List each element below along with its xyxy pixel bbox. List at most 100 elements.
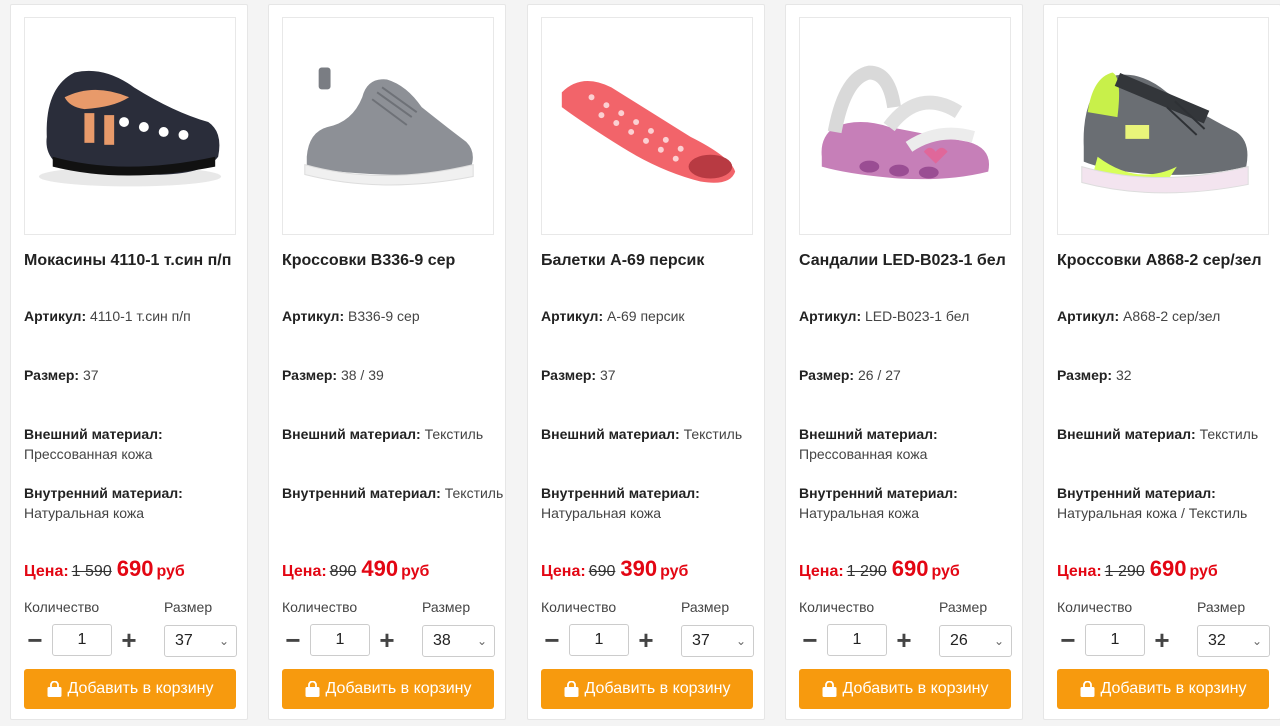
quantity-stepper: − +	[282, 623, 398, 657]
quantity-input[interactable]	[52, 624, 112, 656]
price-label: Цена:	[799, 563, 844, 580]
size-label: Размер:	[24, 367, 80, 383]
inner-material-row: Внутренний материал: Натуральная кожа	[799, 483, 1021, 523]
minus-button[interactable]: −	[282, 627, 304, 653]
add-to-cart-button[interactable]: Добавить в корзину	[541, 669, 753, 709]
product-card: Кроссовки A868-2 сер/зел Артикул: A868-2…	[1043, 4, 1280, 720]
inner-material-row: Внутренний материал: Текстиль	[282, 483, 504, 503]
product-card: Кроссовки B336-9 сер Артикул: B336-9 сер…	[268, 4, 506, 720]
inner-material-label: Внутренний материал:	[541, 485, 700, 501]
size-value: 32	[1115, 367, 1132, 383]
add-to-cart-label: Добавить в корзину	[67, 680, 214, 697]
size-row: Размер: 37	[24, 365, 246, 385]
currency: руб	[931, 563, 960, 580]
outer-material-label: Внешний материал:	[541, 426, 680, 442]
product-title[interactable]: Сандалии LED-B023-1 бел	[799, 249, 1017, 272]
product-image[interactable]	[24, 17, 236, 235]
selected-size: 37	[175, 632, 193, 649]
add-to-cart-button[interactable]: Добавить в корзину	[24, 669, 236, 709]
size-label: Размер:	[282, 367, 338, 383]
price-row: Цена: 690 390 руб	[541, 556, 763, 582]
add-to-cart-label: Добавить в корзину	[1100, 680, 1247, 697]
quantity-input[interactable]	[569, 624, 629, 656]
size-value: 38 / 39	[340, 367, 384, 383]
size-select[interactable]: 32 ⌄	[1197, 625, 1270, 657]
product-image[interactable]	[799, 17, 1011, 235]
outer-material-row: Внешний материал: Прессованная кожа	[799, 424, 1021, 464]
article-label: Артикул:	[541, 308, 604, 324]
add-to-cart-button[interactable]: Добавить в корзину	[282, 669, 494, 709]
size-select-label: Размер	[939, 599, 988, 615]
currency: руб	[660, 563, 689, 580]
plus-button[interactable]: +	[893, 627, 915, 653]
quantity-input[interactable]	[1085, 624, 1145, 656]
quantity-label: Количество	[282, 599, 358, 615]
moccasin-image	[38, 70, 222, 187]
product-image[interactable]	[282, 17, 494, 235]
old-price: 890	[329, 563, 357, 580]
minus-button[interactable]: −	[1057, 627, 1079, 653]
add-to-cart-label: Добавить в корзину	[842, 680, 989, 697]
inner-material-row: Внутренний материал: Натуральная кожа / …	[1057, 483, 1279, 523]
quantity-input[interactable]	[827, 624, 887, 656]
size-select[interactable]: 37 ⌄	[164, 625, 237, 657]
selected-size: 37	[692, 632, 710, 649]
minus-button[interactable]: −	[799, 627, 821, 653]
price-label: Цена:	[24, 563, 69, 580]
outer-material-value: Текстиль	[424, 426, 484, 442]
size-label: Размер:	[1057, 367, 1113, 383]
price-label: Цена:	[282, 563, 327, 580]
currency: руб	[156, 563, 185, 580]
minus-button[interactable]: −	[541, 627, 563, 653]
size-label: Размер:	[799, 367, 855, 383]
inner-material-value: Текстиль	[444, 485, 504, 501]
add-to-cart-button[interactable]: Добавить в корзину	[799, 669, 1011, 709]
size-value: 37	[82, 367, 99, 383]
selected-size: 26	[950, 632, 968, 649]
add-to-cart-label: Добавить в корзину	[584, 680, 731, 697]
quantity-label: Количество	[541, 599, 617, 615]
old-price: 690	[588, 563, 616, 580]
outer-material-row: Внешний материал: Текстиль	[282, 424, 504, 444]
size-value: 26 / 27	[857, 367, 901, 383]
plus-button[interactable]: +	[635, 627, 657, 653]
size-label: Размер:	[541, 367, 597, 383]
inner-material-row: Внутренний материал: Натуральная кожа	[24, 483, 246, 523]
inner-material-label: Внутренний материал:	[24, 485, 183, 501]
size-row: Размер: 38 / 39	[282, 365, 504, 385]
price-label: Цена:	[1057, 563, 1102, 580]
size-select-label: Размер	[422, 599, 471, 615]
product-title[interactable]: Кроссовки B336-9 сер	[282, 249, 500, 272]
add-to-cart-button[interactable]: Добавить в корзину	[1057, 669, 1269, 709]
grey-sneaker-image	[304, 67, 474, 186]
product-title[interactable]: Мокасины 4110-1 т.син п/п	[24, 249, 242, 272]
article-value: B336-9 сер	[348, 308, 420, 324]
size-select[interactable]: 37 ⌄	[681, 625, 754, 657]
article-label: Артикул:	[282, 308, 345, 324]
product-image[interactable]	[1057, 17, 1269, 235]
outer-material-label: Внешний материал:	[799, 426, 938, 442]
article-value: LED-B023-1 бел	[865, 308, 970, 324]
quantity-input[interactable]	[310, 624, 370, 656]
size-select[interactable]: 38 ⌄	[422, 625, 495, 657]
chevron-down-icon: ⌄	[735, 634, 746, 648]
size-row: Размер: 37	[541, 365, 763, 385]
plus-button[interactable]: +	[1151, 627, 1173, 653]
outer-material-value: Прессованная кожа	[24, 446, 153, 462]
chevron-down-icon: ⌄	[218, 634, 229, 648]
add-to-cart-label: Добавить в корзину	[325, 680, 472, 697]
new-price: 690	[116, 556, 154, 581]
price-row: Цена: 1 290 690 руб	[799, 556, 1021, 582]
price-label: Цена:	[541, 563, 586, 580]
minus-button[interactable]: −	[24, 627, 46, 653]
article-row: Артикул: B336-9 сер	[282, 306, 504, 326]
inner-material-label: Внутренний материал:	[1057, 485, 1216, 501]
inner-material-row: Внутренний материал: Натуральная кожа	[541, 483, 763, 523]
plus-button[interactable]: +	[376, 627, 398, 653]
product-image[interactable]	[541, 17, 753, 235]
size-select[interactable]: 26 ⌄	[939, 625, 1012, 657]
product-title[interactable]: Кроссовки A868-2 сер/зел	[1057, 249, 1275, 272]
plus-button[interactable]: +	[118, 627, 140, 653]
old-price: 1 590	[71, 563, 112, 580]
product-title[interactable]: Балетки A-69 персик	[541, 249, 759, 272]
